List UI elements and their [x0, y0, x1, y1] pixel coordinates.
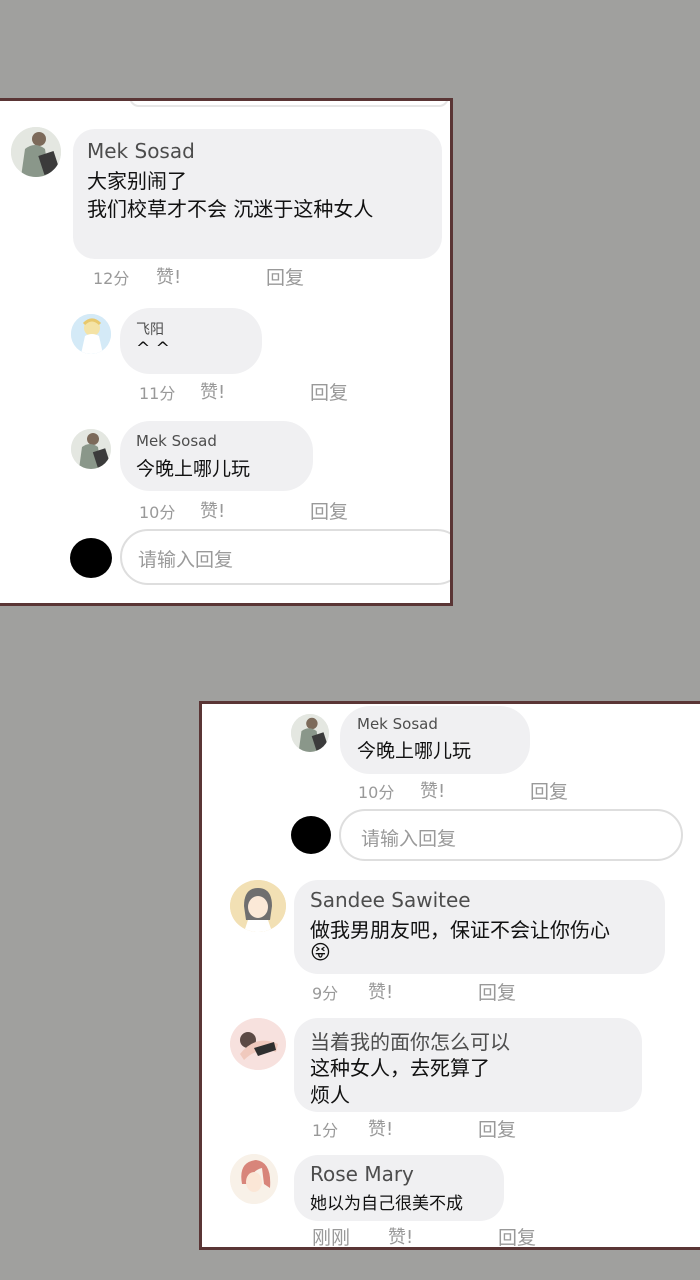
reply-button[interactable]: 回复: [266, 263, 304, 290]
reply-author[interactable]: 飞阳: [136, 319, 164, 339]
like-button[interactable]: 赞!: [368, 978, 393, 1004]
comment-text-line: 她以为自己很美不成: [310, 1194, 463, 1214]
user-avatar-rose[interactable]: [230, 1154, 278, 1204]
reply-time: 11分: [139, 384, 176, 403]
comment-time: 9分: [312, 984, 339, 1003]
reply-input[interactable]: 请输入回复: [120, 529, 450, 585]
user-avatar-sandee[interactable]: [230, 880, 286, 932]
comment-panel-1: Mek Sosad 大家别闹了 我们校草才不会 沉迷于这种女人 12分 赞! 回…: [0, 98, 453, 606]
like-button[interactable]: 赞!: [200, 497, 225, 523]
comment-time: 1分: [312, 1121, 339, 1140]
reply-text: 今晚上哪儿玩: [357, 740, 472, 762]
reply-button[interactable]: 回复: [498, 1223, 536, 1247]
comment-author[interactable]: Rose Mary: [310, 1162, 414, 1186]
comment-text-line: 我们校草才不会 沉迷于这种女人: [87, 197, 374, 221]
reply-text: ^ ^: [136, 339, 170, 359]
comment-author[interactable]: Mek Sosad: [87, 139, 195, 163]
like-button[interactable]: 赞!: [388, 1223, 413, 1247]
reply-button[interactable]: 回复: [310, 378, 348, 405]
user-avatar-feiyang[interactable]: [71, 314, 111, 354]
reply-button[interactable]: 回复: [310, 497, 348, 524]
emoji-icon: 😝: [310, 940, 331, 964]
reply-time: 10分: [358, 783, 395, 802]
reply-button[interactable]: 回复: [530, 777, 568, 804]
comment-author[interactable]: 当着我的面你怎么可以: [310, 1026, 510, 1055]
reply-input-placeholder: 请输入回复: [138, 549, 234, 571]
user-avatar-commenter[interactable]: [230, 1018, 286, 1070]
reply-author[interactable]: Mek Sosad: [136, 432, 217, 450]
like-button[interactable]: 赞!: [156, 263, 181, 289]
comment-bubble: Rose Mary 她以为自己很美不成: [294, 1155, 504, 1221]
reply-time: 10分: [139, 503, 176, 522]
like-button[interactable]: 赞!: [420, 777, 445, 803]
user-avatar-mek[interactable]: [71, 429, 111, 469]
comment-bubble: Mek Sosad 大家别闹了 我们校草才不会 沉迷于这种女人: [73, 129, 442, 259]
reply-button[interactable]: 回复: [478, 1115, 516, 1142]
comment-bubble: Sandee Sawitee 做我男朋友吧，保证不会让你伤心 😝: [294, 880, 665, 974]
comment-time: 刚刚: [312, 1227, 351, 1249]
reply-bubble: Mek Sosad 今晚上哪儿玩: [340, 706, 530, 774]
reply-bubble: 飞阳 ^ ^: [120, 308, 262, 374]
comment-author[interactable]: Sandee Sawitee: [310, 888, 471, 912]
reply-author[interactable]: Mek Sosad: [357, 715, 438, 733]
user-avatar-mek[interactable]: [11, 127, 61, 177]
user-avatar-mek[interactable]: [291, 714, 329, 752]
like-button[interactable]: 赞!: [368, 1115, 393, 1141]
previous-input-remnant: [129, 101, 449, 107]
like-button[interactable]: 赞!: [200, 378, 225, 404]
reply-input[interactable]: 请输入回复: [339, 809, 683, 861]
comment-text-line: 大家别闹了: [87, 169, 187, 193]
comment-panel-2: Mek Sosad 今晚上哪儿玩 10分 赞! 回复 请输入回复 Sandee …: [199, 701, 700, 1250]
reply-bubble: Mek Sosad 今晚上哪儿玩: [120, 421, 313, 491]
reply-button[interactable]: 回复: [478, 978, 516, 1005]
current-user-avatar: [291, 816, 331, 854]
reply-text: 今晚上哪儿玩: [136, 458, 251, 480]
comment-text-line: 烦人: [310, 1083, 350, 1107]
comment-text-line: 这种女人，去死算了: [310, 1056, 490, 1080]
current-user-avatar: [70, 538, 112, 578]
comment-text-line: 做我男朋友吧，保证不会让你伤心: [310, 918, 610, 942]
comment-bubble: 当着我的面你怎么可以 这种女人，去死算了 烦人: [294, 1018, 642, 1112]
reply-input-placeholder: 请输入回复: [361, 828, 457, 850]
comment-time: 12分: [93, 269, 130, 288]
